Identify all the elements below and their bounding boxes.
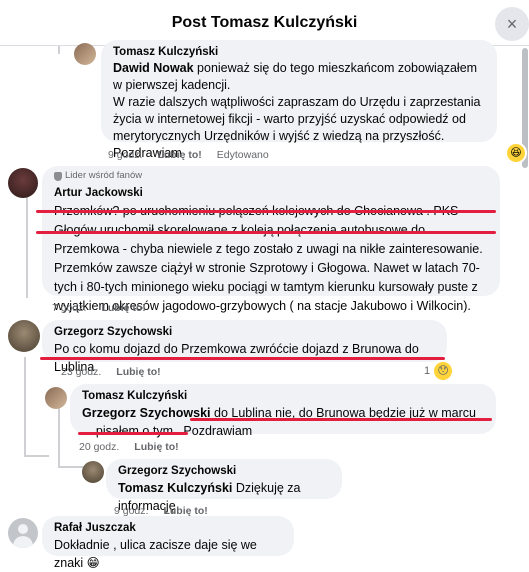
grin-emoji-icon: 😁 (86, 556, 100, 570)
comment-author[interactable]: Grzegorz Szychowski (54, 324, 435, 340)
comment-meta: 9 godz. Lubię to! Edytowano (108, 149, 269, 161)
like-button[interactable]: Lubię to! (101, 302, 145, 314)
user-icon-body (13, 536, 33, 548)
edited-label: Edytowano (216, 149, 269, 161)
mention-link[interactable]: Tomasz Kulczyński (118, 481, 232, 495)
comment-author[interactable]: Artur Jackowski (54, 185, 488, 201)
badge-label: Lider wśród fanów (65, 170, 143, 181)
reaction-summary[interactable]: 1 😯 (424, 362, 453, 380)
avatar[interactable] (82, 461, 104, 483)
red-underline (36, 231, 496, 234)
thread-line (58, 46, 60, 54)
comment-meta: 20 godz. Lubię to! (79, 441, 179, 453)
thread-line (24, 357, 26, 457)
comment-bubble: Tomasz Kulczyński Dawid Nowak ponieważ s… (101, 40, 497, 160)
thread-line (24, 455, 49, 457)
avatar[interactable] (45, 387, 67, 409)
comment-text: Dokładnie , ulica zacisze daje się we zn… (54, 538, 257, 570)
thread-line (26, 196, 28, 298)
comment-author[interactable]: Tomasz Kulczyński (113, 44, 485, 60)
like-button[interactable]: Lubię to! (157, 149, 201, 161)
user-icon (18, 524, 28, 534)
thread-line (58, 408, 60, 466)
comment-meta: 23 godz. Lubię to! (61, 366, 161, 378)
page-title: Post Tomasz Kulczyński (171, 13, 358, 31)
close-icon: × (506, 14, 518, 34)
reaction-count: 1 (424, 365, 431, 377)
wow-reaction-icon: 😯 (434, 362, 453, 380)
like-button[interactable]: Lubię to! (134, 441, 178, 453)
comment-bubble: Tomasz Kulczyński Grzegorz Szychowski do… (70, 384, 496, 438)
avatar[interactable] (8, 168, 38, 198)
comment-author[interactable]: Grzegorz Szychowski (118, 463, 330, 479)
red-underline (36, 210, 496, 213)
mention-link[interactable]: Dawid Nowak (113, 61, 194, 75)
comment-bubble: Grzegorz Szychowski Po co komu dojazd do… (42, 320, 447, 374)
haha-reaction-icon[interactable]: 😆 (507, 144, 525, 162)
red-underline (190, 418, 492, 421)
comment-author[interactable]: Rafał Juszczak (54, 520, 282, 536)
like-button[interactable]: Lubię to! (116, 366, 160, 378)
avatar[interactable] (8, 518, 38, 548)
comment-meta: 7 godz. Lubię to! (52, 302, 146, 314)
red-underline (78, 432, 188, 435)
close-button[interactable]: × (495, 7, 529, 41)
comment-text: Przemków? po uruchomieniu połączeń kolej… (54, 204, 483, 313)
comment-author[interactable]: Tomasz Kulczyński (82, 388, 484, 404)
comment-time[interactable]: 7 godz. (52, 302, 86, 314)
comment-time[interactable]: 20 godz. (79, 441, 119, 453)
comment-time[interactable]: 9 godz. (108, 149, 142, 161)
shield-icon (54, 171, 62, 181)
comment-time[interactable]: 23 godz. (61, 366, 101, 378)
comment-bubble: Grzegorz Szychowski Tomasz Kulczyński Dz… (106, 459, 342, 513)
fan-badge: Lider wśród fanów (54, 170, 488, 182)
comment-bubble: Rafał Juszczak Dokładnie , ulica zacisze… (42, 516, 294, 570)
red-underline (40, 357, 445, 360)
avatar[interactable] (74, 43, 96, 65)
avatar[interactable] (8, 320, 40, 352)
